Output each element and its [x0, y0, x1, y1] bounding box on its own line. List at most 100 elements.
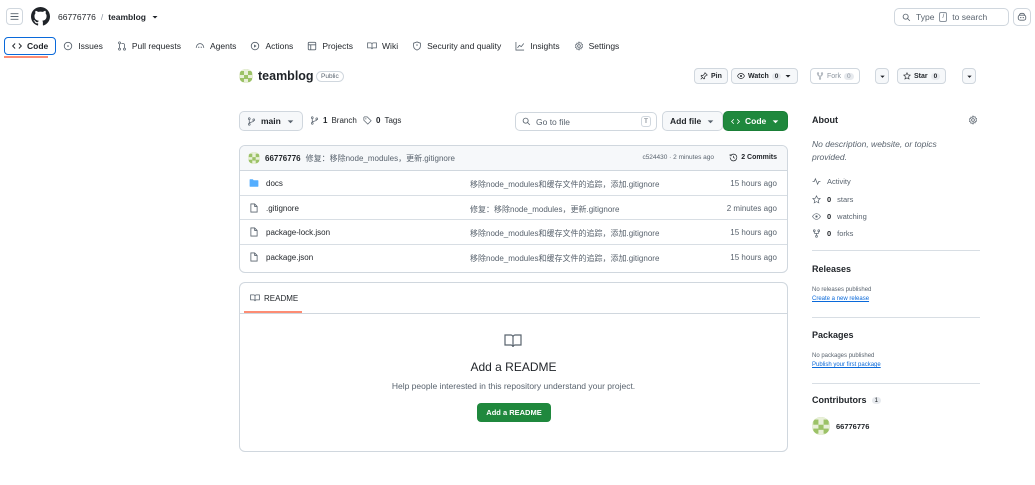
tab-insights-label: Insights	[530, 41, 560, 51]
watch-button[interactable]: Watch 0	[731, 68, 799, 84]
forks-count: 0	[827, 229, 832, 238]
forks-link[interactable]: 0 forks	[812, 229, 853, 238]
fork-dropdown[interactable]	[875, 68, 889, 84]
code-button[interactable]: Code	[723, 111, 789, 131]
star-button[interactable]: Star 0	[897, 68, 947, 84]
tab-wiki[interactable]: Wiki	[360, 37, 405, 55]
branches-label: Branch	[331, 116, 357, 125]
graph-icon	[515, 41, 525, 51]
visibility-badge: Public	[316, 71, 344, 82]
github-logo-icon[interactable]	[31, 7, 50, 26]
readme-tab[interactable]: README	[250, 293, 298, 303]
tab-settings[interactable]: Settings	[567, 37, 627, 55]
contributor-name[interactable]: 66776776	[836, 422, 869, 431]
stars-link[interactable]: 0 stars	[812, 195, 853, 204]
pull-request-icon	[117, 41, 126, 51]
add-readme-button[interactable]: Add a README	[477, 403, 551, 422]
tab-security[interactable]: Security and quality	[405, 37, 508, 55]
table-row[interactable]: package-lock.json 移除node_modules和缓存文件的追踪…	[240, 220, 787, 245]
watch-label: Watch	[748, 72, 769, 80]
file-time: 15 hours ago	[730, 228, 777, 238]
go-to-file-input[interactable]: Go to file T	[515, 112, 657, 131]
book-icon	[250, 294, 260, 302]
book-icon	[504, 334, 522, 348]
search-placeholder-prefix: Type	[916, 12, 935, 22]
file-name[interactable]: .gitignore	[266, 204, 299, 213]
copilot-button[interactable]	[1013, 8, 1031, 26]
file-browser: 66776776 修复：移除node_modules，更新.gitignore …	[239, 145, 788, 273]
file-name[interactable]: package.json	[266, 253, 313, 262]
tags-count: 0	[376, 116, 381, 125]
chevron-down-icon	[772, 119, 779, 123]
pin-icon	[700, 72, 708, 80]
readme-panel: README Add a README Help people interest…	[239, 282, 788, 452]
search-icon	[902, 13, 911, 21]
avatar[interactable]	[248, 152, 260, 164]
chevron-down-icon	[879, 75, 885, 78]
contributors-heading[interactable]: Contributors 1	[812, 395, 882, 405]
tab-code[interactable]: Code	[4, 37, 57, 55]
pin-button[interactable]: Pin	[694, 68, 728, 84]
commit-author[interactable]: 66776776	[265, 154, 301, 163]
search-input[interactable]: Type / to search	[894, 8, 1009, 26]
pin-label: Pin	[711, 72, 722, 80]
file-commit-message[interactable]: 移除node_modules和缓存文件的追踪，添加.gitignore	[470, 228, 659, 239]
breadcrumb-owner[interactable]: 66776776	[58, 12, 96, 22]
tab-pull-requests[interactable]: Pull requests	[110, 37, 188, 55]
breadcrumb-repo[interactable]: teamblog	[108, 12, 146, 22]
tab-projects[interactable]: Projects	[300, 37, 360, 55]
search-placeholder-suffix: to search	[952, 12, 988, 22]
packages-heading[interactable]: Packages	[812, 330, 854, 340]
tags-link[interactable]: 0 Tags	[363, 116, 401, 125]
create-release-link[interactable]: Create a new release	[812, 296, 869, 302]
file-name[interactable]: docs	[266, 179, 283, 188]
divider	[240, 313, 787, 314]
play-icon	[251, 41, 260, 51]
tab-code-label: Code	[27, 41, 49, 51]
hamburger-icon	[10, 13, 19, 20]
contributor-item[interactable]: 66776776	[812, 417, 869, 435]
contributors-count: 1	[871, 396, 882, 404]
menu-button[interactable]	[6, 8, 23, 25]
commit-meta[interactable]: c524430 · 2 minutes ago	[642, 154, 714, 161]
file-commit-message[interactable]: 移除node_modules和缓存文件的追踪，添加.gitignore	[470, 253, 659, 264]
branch-icon	[247, 116, 256, 126]
file-icon	[250, 203, 258, 213]
activity-link[interactable]: Activity	[812, 177, 851, 186]
table-row[interactable]: package.json 移除node_modules和缓存文件的追踪，添加.g…	[240, 245, 787, 270]
contributors-title: Contributors	[812, 395, 867, 405]
table-icon	[308, 41, 317, 51]
table-row[interactable]: docs 移除node_modules和缓存文件的追踪，添加.gitignore…	[240, 171, 787, 196]
releases-heading[interactable]: Releases	[812, 264, 851, 274]
fork-icon	[812, 229, 821, 238]
star-dropdown[interactable]	[962, 68, 976, 84]
star-icon	[812, 195, 821, 204]
file-time: 2 minutes ago	[726, 203, 777, 213]
gear-icon[interactable]	[968, 115, 978, 125]
avatar[interactable]	[812, 417, 830, 435]
publish-package-link[interactable]: Publish your first package	[812, 362, 881, 368]
eye-icon	[737, 73, 745, 79]
tab-insights[interactable]: Insights	[508, 37, 566, 55]
branches-link[interactable]: 1 Branch	[310, 116, 357, 125]
commits-link[interactable]: 2 Commits	[729, 153, 777, 162]
repo-owner-avatar[interactable]	[239, 69, 253, 83]
tab-issues[interactable]: Issues	[56, 37, 110, 55]
commit-message[interactable]: 修复：移除node_modules，更新.gitignore	[306, 153, 455, 164]
file-name[interactable]: package-lock.json	[266, 228, 330, 237]
branch-selector[interactable]: main	[239, 111, 303, 131]
file-commit-message[interactable]: 修复：移除node_modules，更新.gitignore	[470, 204, 619, 215]
fork-button[interactable]: Fork 0	[810, 68, 860, 84]
repo-title[interactable]: teamblog	[258, 69, 314, 83]
search-icon	[522, 117, 531, 126]
chevron-down-icon[interactable]	[151, 13, 159, 21]
readme-tab-label: README	[264, 293, 299, 303]
file-commit-message[interactable]: 移除node_modules和缓存文件的追踪，添加.gitignore	[470, 179, 659, 190]
chevron-down-icon	[707, 119, 714, 123]
about-description: No description, website, or topics provi…	[812, 139, 937, 162]
watching-link[interactable]: 0 watching	[812, 212, 867, 221]
add-file-button[interactable]: Add file	[662, 111, 724, 131]
tab-agents[interactable]: Agents	[188, 37, 243, 55]
table-row[interactable]: .gitignore 修复：移除node_modules，更新.gitignor…	[240, 196, 787, 221]
tab-actions[interactable]: Actions	[243, 37, 300, 55]
